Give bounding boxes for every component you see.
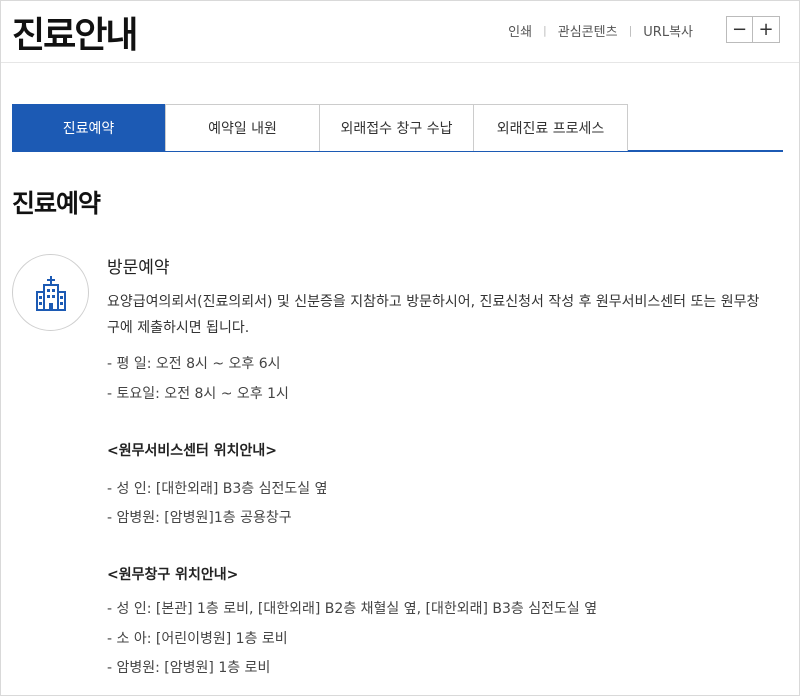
tab-visit-day[interactable]: 예약일 내원 — [165, 104, 320, 151]
copy-url-link[interactable]: URL복사 — [643, 21, 693, 40]
service-center-adult: - 성 인: [대한외래] B3층 심전도실 옆 — [107, 481, 328, 497]
utility-links: 인쇄 | 관심콘텐츠 | URL복사 — [508, 21, 693, 40]
header-divider — [1, 62, 799, 63]
counter-adult: - 성 인: [본관] 1층 로비, [대한외래] B2층 채혈실 옆, [대한… — [107, 601, 598, 617]
zoom-in-button[interactable]: + — [753, 16, 780, 43]
page-title: 진료안내 — [12, 15, 138, 56]
tab-outpatient-reception[interactable]: 외래접수 창구 수납 — [319, 104, 474, 151]
favorite-content-link[interactable]: 관심콘텐츠 — [558, 21, 618, 40]
separator: | — [543, 24, 547, 37]
counter-child: - 소 아: [어린이병원] 1층 로비 — [107, 631, 288, 647]
hours-saturday: - 토요일: 오전 8시 ~ 오후 1시 — [107, 386, 289, 402]
hours-weekday: - 평 일: 오전 8시 ~ 오후 6시 — [107, 356, 281, 372]
print-link[interactable]: 인쇄 — [508, 21, 532, 40]
counter-heading: <원무창구 위치안내> — [107, 567, 239, 583]
tab-outpatient-process[interactable]: 외래진료 프로세스 — [473, 104, 628, 151]
service-center-cancer: - 암병원: [암병원]1층 공용창구 — [107, 510, 292, 526]
hospital-icon — [35, 275, 66, 311]
tab-bar: 진료예약 예약일 내원 외래접수 창구 수납 외래진료 프로세스 — [12, 104, 783, 152]
counter-cancer: - 암병원: [암병원] 1층 로비 — [107, 660, 271, 676]
subsection-title: 방문예약 — [107, 258, 170, 278]
service-center-heading: <원무서비스센터 위치안내> — [107, 443, 278, 459]
reservation-description: 요양급여의뢰서(진료의뢰서) 및 신분증을 지참하고 방문하시어, 진료신청서 … — [107, 294, 760, 336]
tab-reservation[interactable]: 진료예약 — [12, 104, 165, 151]
section-title: 진료예약 — [12, 189, 101, 218]
zoom-out-button[interactable]: − — [726, 16, 753, 43]
separator: | — [628, 24, 633, 37]
hospital-icon-circle — [12, 254, 89, 331]
